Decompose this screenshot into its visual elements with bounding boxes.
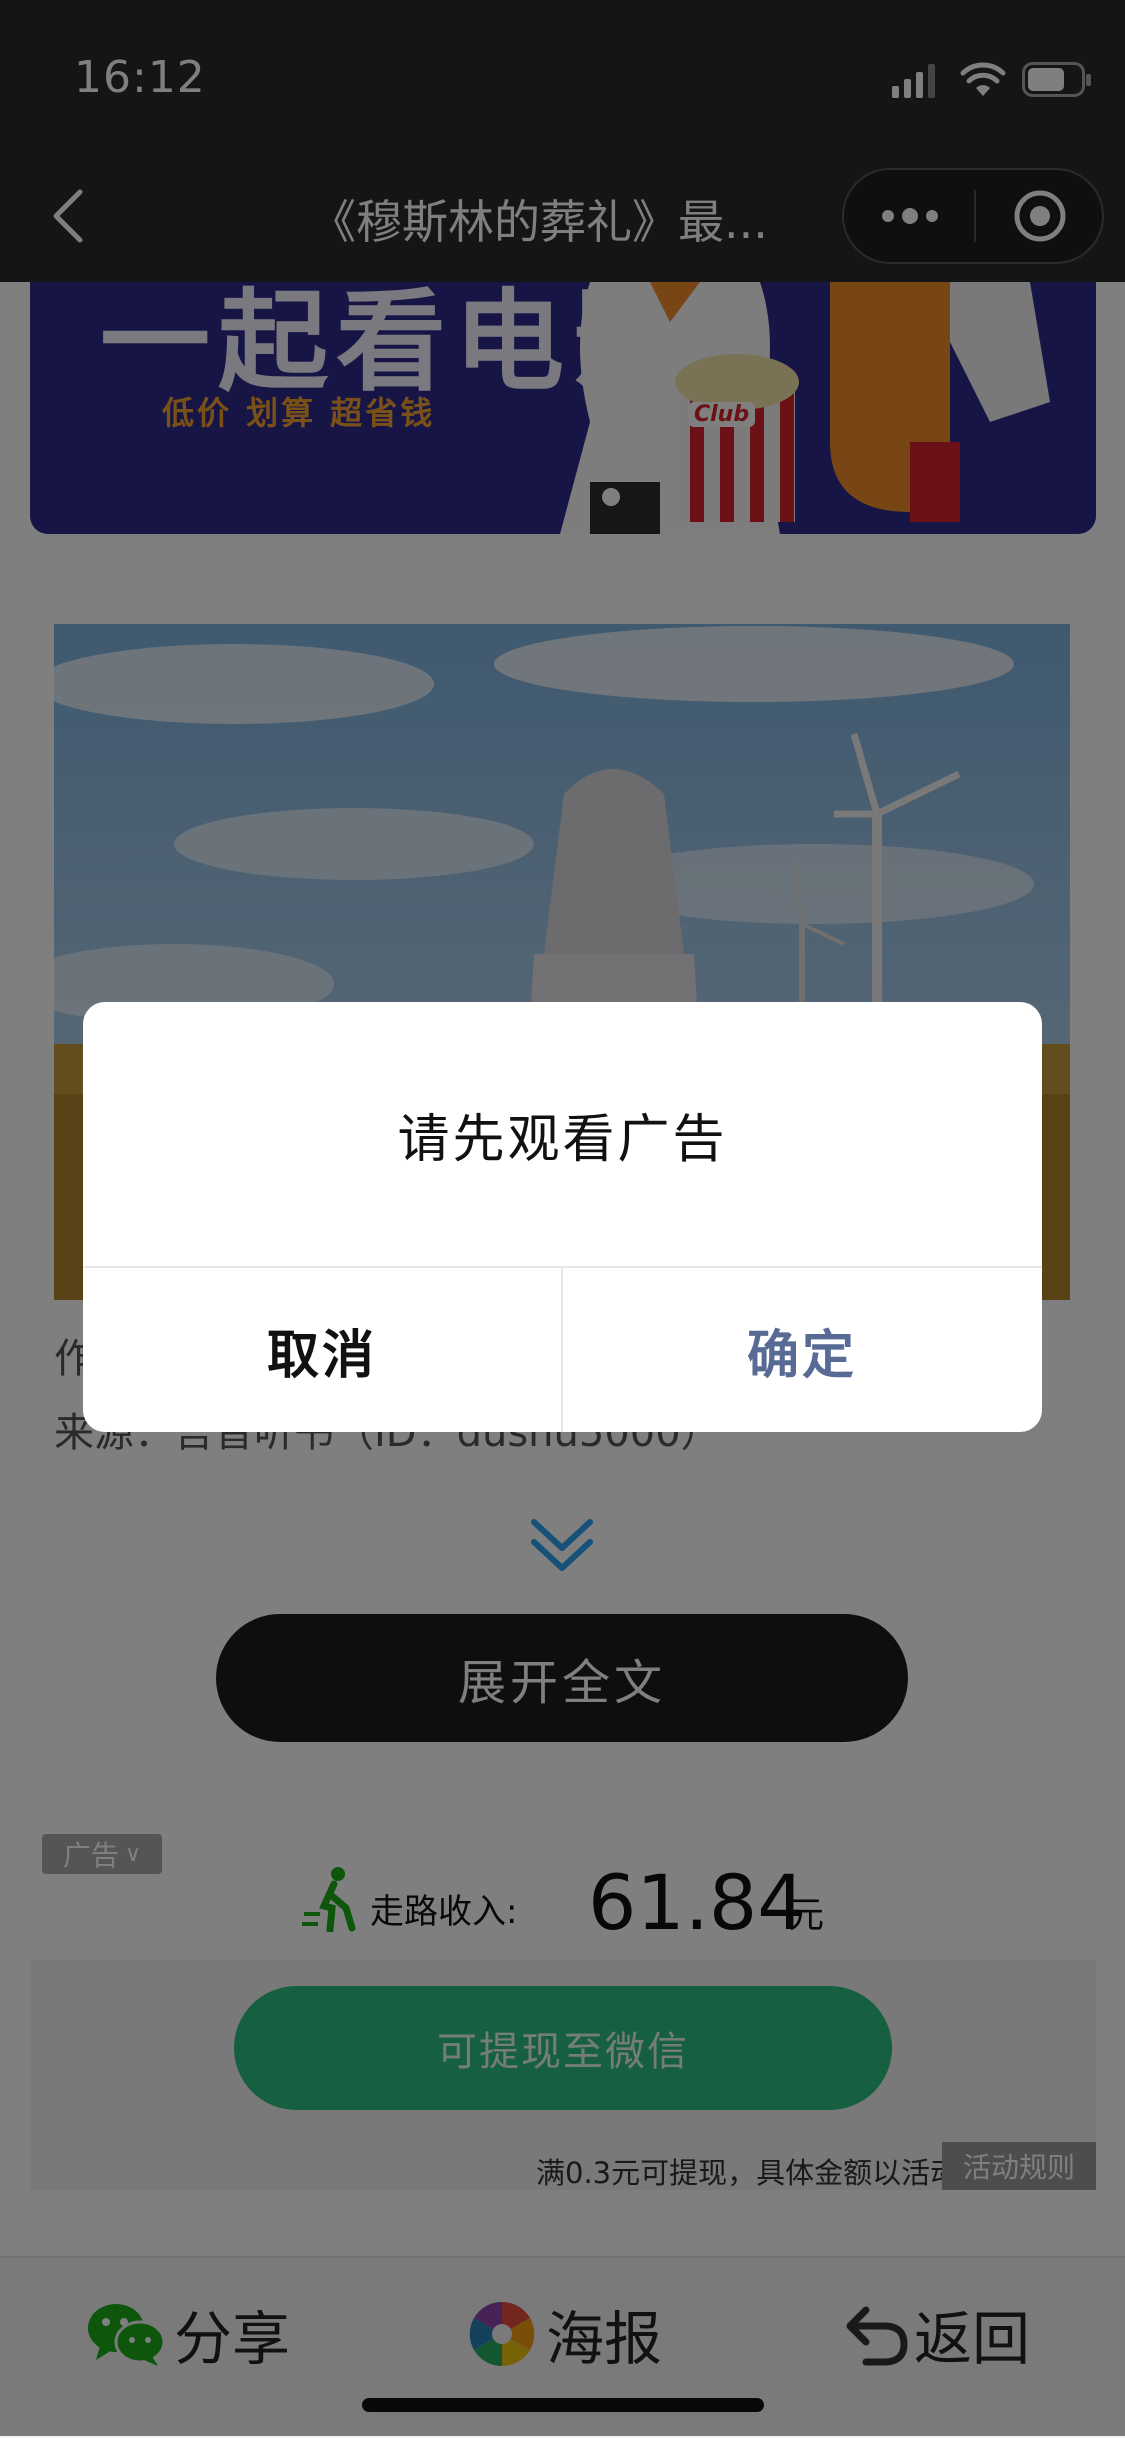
dialog-message: 请先观看广告 bbox=[397, 1109, 728, 1170]
cancel-button[interactable]: 取消 bbox=[83, 1268, 561, 1432]
confirm-button[interactable]: 确定 bbox=[563, 1268, 1041, 1432]
watch-ad-dialog: 请先观看广告 取消 确定 bbox=[83, 1002, 1042, 1432]
